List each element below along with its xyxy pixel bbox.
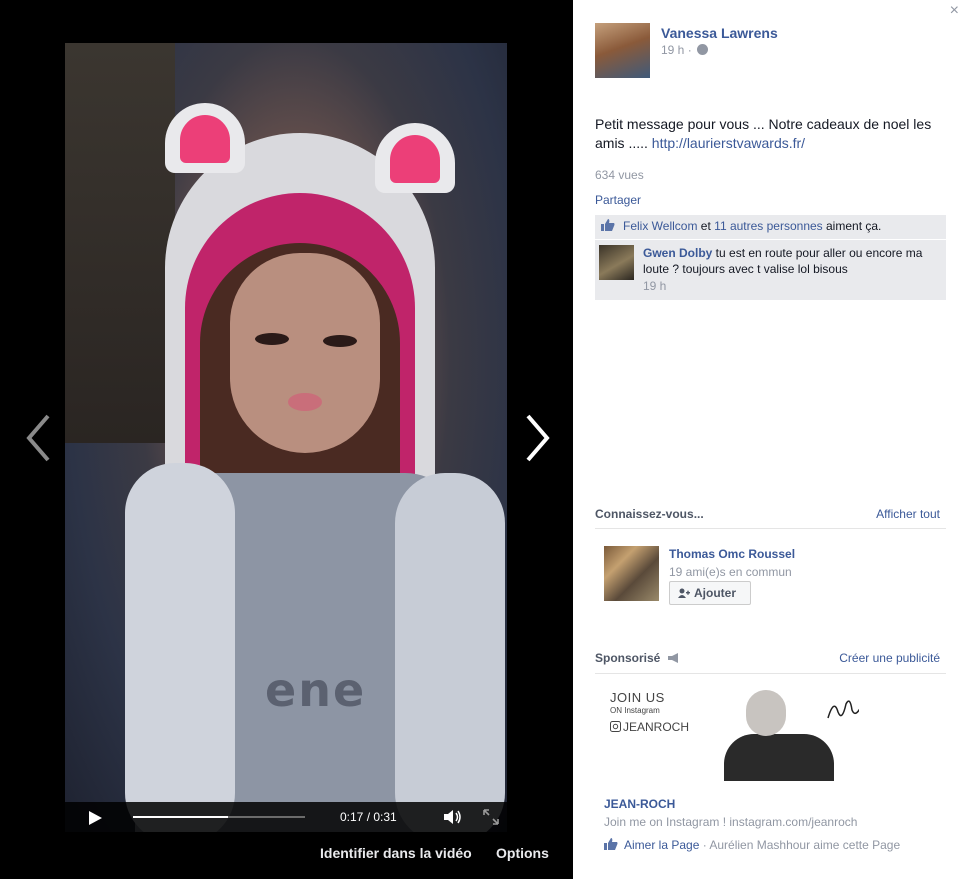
photo-viewer-stage: ene 0:17 / 0:31 Identifier dans la vidéo… [0, 0, 573, 879]
ad-person [724, 686, 834, 781]
fur-right [395, 473, 505, 832]
likes-row: Felix Wellcom et 11 autres personnes aim… [595, 215, 946, 240]
ad-image[interactable]: JOIN US ON Instagram JEANROCH [604, 686, 859, 781]
instagram-icon [610, 721, 621, 732]
message-link[interactable]: http://laurierstvawards.fr/ [652, 135, 805, 151]
ad-description[interactable]: Join me on Instagram ! instagram.com/jea… [604, 815, 857, 829]
ad-image-line1: JOIN US [610, 690, 665, 705]
post-sidebar: × Vanessa Lawrens 19 h · Petit message p… [573, 0, 967, 879]
video-controls: 0:17 / 0:31 [65, 802, 507, 832]
post-time-text[interactable]: 19 h · [661, 43, 692, 57]
previous-arrow-icon[interactable] [24, 412, 54, 464]
add-friend-button[interactable]: Ajouter [669, 581, 751, 605]
feedback-box: Felix Wellcom et 11 autres personnes aim… [595, 215, 946, 300]
suggested-friend-avatar[interactable] [604, 546, 659, 601]
play-icon[interactable] [87, 810, 103, 826]
close-icon[interactable]: × [950, 2, 959, 20]
ad-image-line3: JEANROCH [610, 720, 689, 734]
background-wall [65, 43, 175, 443]
eye-right [323, 335, 357, 347]
pymk-header: Connaissez-vous... [595, 507, 704, 521]
ad-title[interactable]: JEAN-ROCH [604, 797, 675, 811]
author-name[interactable]: Vanessa Lawrens [661, 25, 778, 41]
tag-video-link[interactable]: Identifier dans la vidéo [320, 845, 472, 861]
thumbs-up-icon [601, 219, 615, 231]
comment: Gwen Dolby tu est en route pour aller ou… [643, 245, 939, 277]
fur-left [125, 463, 235, 832]
signature-icon [827, 700, 859, 719]
fullscreen-icon[interactable] [483, 809, 499, 825]
ad-image-handle: JEANROCH [623, 720, 690, 734]
comment-author[interactable]: Gwen Dolby [643, 246, 712, 260]
likes-suffix: aiment ça. [822, 219, 882, 233]
add-friend-icon [678, 588, 690, 598]
likes-and: et [697, 219, 715, 233]
share-link[interactable]: Partager [595, 193, 641, 207]
video-player[interactable]: ene [65, 43, 507, 832]
thumbs-up-icon [604, 838, 618, 850]
likes-others-link[interactable]: 11 autres personnes [714, 219, 823, 233]
lips [288, 393, 322, 411]
post-timestamp: 19 h · [661, 43, 709, 57]
view-count: 634 vues [595, 168, 644, 182]
hood-ear-left [165, 103, 245, 173]
progress-fill [133, 816, 228, 818]
mutual-friends[interactable]: 19 ami(e)s en commun [669, 565, 792, 579]
megaphone-icon [667, 653, 678, 663]
comment-timestamp[interactable]: 19 h [643, 279, 666, 293]
post-message: Petit message pour vous ... Notre cadeau… [595, 115, 945, 153]
globe-icon [697, 44, 709, 55]
volume-icon[interactable] [443, 809, 463, 825]
suggested-friend-name[interactable]: Thomas Omc Roussel [669, 547, 795, 561]
shirt-print: ene [265, 663, 367, 717]
ad-like-row: Aimer la Page · Aurélien Mashhour aime c… [604, 838, 900, 852]
add-friend-label: Ajouter [694, 586, 736, 600]
ad-image-line2: ON Instagram [610, 706, 660, 715]
pymk-divider [595, 528, 946, 529]
create-ad-link[interactable]: Créer une publicité [839, 651, 940, 665]
liker-name[interactable]: Felix Wellcom [623, 219, 697, 233]
progress-bar[interactable] [133, 816, 305, 818]
like-page-link[interactable]: Aimer la Page [624, 838, 699, 852]
hood-ear-right [375, 123, 455, 193]
author-avatar[interactable] [595, 23, 650, 78]
face [230, 253, 380, 453]
sponsored-label: Sponsorisé [595, 651, 661, 665]
eye-left [255, 333, 289, 345]
next-arrow-icon[interactable] [522, 412, 552, 464]
ad-social-context: · Aurélien Mashhour aime cette Page [699, 838, 901, 852]
see-all-link[interactable]: Afficher tout [876, 507, 940, 521]
commenter-avatar[interactable] [599, 245, 634, 280]
sponsored-header: Sponsorisé [595, 651, 681, 665]
sponsored-divider [595, 673, 946, 674]
options-link[interactable]: Options [496, 845, 549, 861]
time-display: 0:17 / 0:31 [340, 810, 397, 824]
